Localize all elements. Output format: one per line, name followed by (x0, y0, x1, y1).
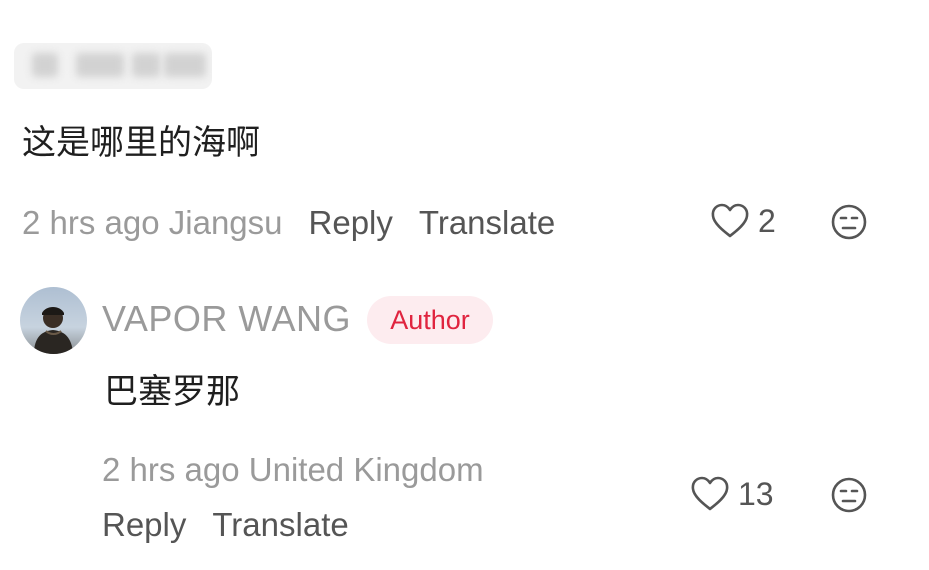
heart-outline-icon (690, 476, 730, 512)
reply-text: 巴塞罗那 (104, 372, 240, 412)
heart-outline-icon (710, 203, 750, 239)
reply-like-button[interactable]: 13 (690, 471, 774, 517)
comment-meta: 2 hrs ago Jiangsu Reply Translate (22, 200, 555, 246)
neutral-face-icon[interactable] (831, 477, 867, 513)
author-badge: Author (367, 296, 493, 344)
reply-actions: Reply Translate (102, 502, 349, 548)
translate-button[interactable]: Translate (212, 506, 348, 544)
neutral-face-icon[interactable] (831, 204, 867, 240)
comment-text: 这是哪里的海啊 (22, 123, 260, 163)
avatar[interactable] (20, 287, 87, 354)
comment-time-location: 2 hrs ago Jiangsu (22, 204, 283, 241)
comment-thread: 这是哪里的海啊 2 hrs ago Jiangsu Reply Translat… (0, 0, 929, 570)
reply-button[interactable]: Reply (102, 506, 186, 544)
comment-like-button[interactable]: 2 (710, 198, 776, 244)
reply-button[interactable]: Reply (309, 204, 393, 242)
blurred-username[interactable] (14, 43, 212, 89)
author-name[interactable]: VAPOR WANG (102, 296, 351, 342)
like-count: 2 (758, 202, 776, 239)
translate-button[interactable]: Translate (419, 204, 555, 242)
like-count: 13 (738, 475, 774, 512)
reply-time-location: 2 hrs ago United Kingdom (102, 451, 484, 488)
